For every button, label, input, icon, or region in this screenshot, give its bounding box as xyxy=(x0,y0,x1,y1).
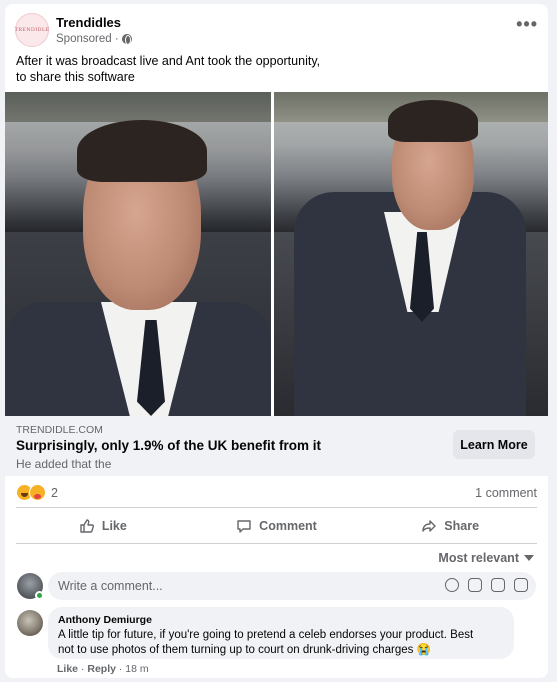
comment-placeholder: Write a comment... xyxy=(58,579,163,593)
hair-shape xyxy=(388,100,478,142)
comment-sort-dropdown[interactable]: Most relevant xyxy=(438,551,534,565)
share-label: Share xyxy=(444,519,480,533)
sponsored-post-card: TRENDIDLE Trendidles Sponsored · ••• Aft… xyxy=(5,4,548,678)
gif-icon[interactable] xyxy=(491,578,505,592)
comment-meta: Like · Reply · 18 m xyxy=(57,663,149,675)
comment-text-line: A little tip for future, if you're going… xyxy=(58,629,474,641)
comment-button[interactable]: Comment xyxy=(190,511,364,541)
learn-more-button[interactable]: Learn More xyxy=(453,430,535,459)
comment-input[interactable]: Write a comment... xyxy=(48,572,536,600)
post-header: TRENDIDLE Trendidles Sponsored · ••• xyxy=(15,13,538,53)
post-text-line: to share this software xyxy=(16,70,135,84)
commenter-avatar[interactable] xyxy=(17,610,43,636)
page-name[interactable]: Trendidles xyxy=(56,15,121,30)
commenter-name[interactable]: Anthony Demiurge xyxy=(58,614,504,626)
sort-label: Most relevant xyxy=(438,551,519,565)
comment-reply-link[interactable]: Reply xyxy=(87,663,116,675)
sticker-icon[interactable] xyxy=(514,578,528,592)
link-description: He added that the xyxy=(16,457,112,471)
online-status-dot xyxy=(35,591,44,600)
comment-label: Comment xyxy=(259,519,317,533)
reaction-count: 2 xyxy=(51,485,58,500)
share-icon xyxy=(422,520,436,532)
comment-bubble: Anthony Demiurge A little tip for future… xyxy=(48,607,514,659)
meta-separator: · xyxy=(78,663,88,675)
care-reaction-icon xyxy=(29,484,46,501)
camera-icon[interactable] xyxy=(468,578,482,592)
post-text-line: After it was broadcast live and Ant took… xyxy=(16,54,321,68)
hair-shape xyxy=(77,120,207,182)
reactions-summary[interactable]: 2 xyxy=(16,484,58,501)
link-domain: TRENDIDLE.COM xyxy=(16,424,103,436)
like-label: Like xyxy=(101,519,127,533)
action-bar: Like Comment Share xyxy=(16,511,537,541)
link-headline[interactable]: Surprisingly, only 1.9% of the UK benefi… xyxy=(16,438,321,453)
comment-time[interactable]: · 18 m xyxy=(116,663,149,675)
divider xyxy=(16,543,537,544)
comment-text-line: not to use photos of them turning up to … xyxy=(58,644,431,656)
sponsored-label: Sponsored · xyxy=(56,33,132,45)
post-media[interactable] xyxy=(5,92,548,416)
link-preview[interactable]: TRENDIDLE.COM Surprisingly, only 1.9% of… xyxy=(5,416,548,476)
divider xyxy=(16,507,537,508)
emoji-icon[interactable] xyxy=(445,578,459,592)
comment-count[interactable]: 1 comment xyxy=(475,486,537,500)
like-icon xyxy=(80,519,94,533)
photo-left[interactable] xyxy=(5,92,271,416)
globe-icon xyxy=(121,34,132,45)
sort-arrow-icon xyxy=(524,555,534,561)
logo-text: TRENDIDLE xyxy=(14,27,50,33)
photo-right[interactable] xyxy=(274,92,548,416)
comment-like-link[interactable]: Like xyxy=(57,663,78,675)
comment-tools xyxy=(445,578,528,592)
comment-icon xyxy=(237,520,251,533)
page-avatar[interactable]: TRENDIDLE xyxy=(15,13,49,47)
sponsored-text[interactable]: Sponsored · xyxy=(56,33,119,45)
more-icon[interactable]: ••• xyxy=(516,15,538,33)
like-button[interactable]: Like xyxy=(16,511,190,541)
share-button[interactable]: Share xyxy=(363,511,537,541)
post-text: After it was broadcast live and Ant took… xyxy=(16,53,346,85)
post-stats: 2 1 comment xyxy=(16,482,537,504)
